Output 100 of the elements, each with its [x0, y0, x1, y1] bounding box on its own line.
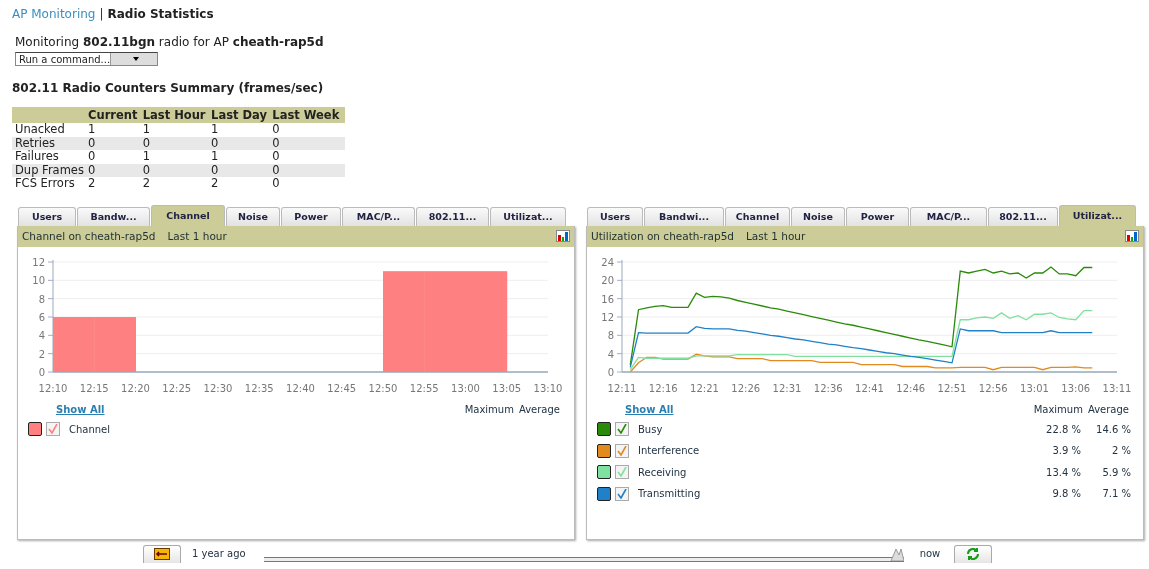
x-tick-label: 12:36: [813, 382, 843, 394]
tab[interactable]: MAC/P...: [910, 206, 987, 226]
maximum-value: 9.8 %: [1051, 488, 1081, 500]
y-tick-label: 20: [601, 274, 614, 286]
tab[interactable]: Channel: [151, 204, 225, 226]
tab[interactable]: Power: [281, 206, 341, 226]
chart-title: Channel on cheath-rap5d: [22, 230, 156, 242]
legend-label: Interference: [638, 445, 701, 457]
tab[interactable]: Users: [18, 206, 76, 226]
legend-checkbox[interactable]: [46, 422, 60, 437]
x-tick-label: 12:21: [690, 382, 719, 394]
x-tick-label: 13:10: [533, 382, 563, 394]
column-header: Average: [1087, 403, 1129, 415]
bar: [94, 316, 136, 372]
tab[interactable]: Bandwi...: [644, 206, 724, 226]
legend-label: Channel: [69, 423, 112, 435]
command-dropdown[interactable]: Run a command...: [15, 52, 158, 66]
y-tick-label: 12: [32, 256, 45, 268]
show-all-link[interactable]: Show All: [625, 403, 674, 415]
column-header: Current: [88, 107, 143, 123]
table-cell: 1: [211, 150, 273, 164]
tab[interactable]: Noise: [791, 206, 845, 226]
bar: [53, 316, 95, 372]
average-value: 2 %: [1110, 445, 1131, 457]
show-all-link[interactable]: Show All: [56, 403, 105, 415]
y-tick-label: 0: [607, 366, 614, 378]
tab[interactable]: Users: [587, 206, 643, 226]
x-tick-label: 12:45: [327, 382, 357, 394]
x-tick-label: 12:30: [203, 382, 233, 394]
x-tick-label: 13:06: [1061, 382, 1091, 394]
column-header: Last Hour: [142, 107, 212, 123]
tab[interactable]: Bandw...: [77, 206, 150, 226]
tab[interactable]: Noise: [226, 206, 280, 226]
x-tick-label: 12:25: [162, 382, 192, 394]
x-tick-label: 12:35: [244, 382, 274, 394]
x-tick-label: 12:51: [937, 382, 967, 394]
average-value: 7.1 %: [1101, 488, 1131, 500]
y-tick-label: 24: [601, 256, 614, 268]
y-tick-label: 4: [38, 329, 45, 341]
y-tick-label: 16: [601, 293, 614, 305]
x-tick-label: 12:20: [121, 382, 150, 394]
tab[interactable]: Utilizat...: [1059, 204, 1136, 226]
y-tick-label: 2: [38, 348, 45, 360]
x-tick-label: 13:00: [451, 382, 480, 394]
chart-title: Utilization on cheath-rap5d: [591, 230, 734, 242]
bar-chart-icon[interactable]: [1125, 230, 1139, 242]
x-tick-label: 12:31: [772, 382, 802, 394]
y-tick-label: 10: [32, 274, 45, 286]
tab[interactable]: Utilizat...: [490, 206, 566, 226]
slider-thumb[interactable]: [889, 546, 904, 561]
x-tick-label: 13:01: [1020, 382, 1049, 394]
tab[interactable]: 802.11...: [988, 206, 1058, 226]
legend-label: Transmitting: [638, 488, 702, 500]
column-header: Maximum: [1033, 403, 1083, 415]
average-value: 5.9 %: [1101, 466, 1131, 478]
legend-label: Receiving: [638, 466, 688, 478]
x-tick-label: 13:11: [1102, 382, 1132, 394]
x-tick-label: 12:15: [79, 382, 109, 394]
average-value: 14.6 %: [1095, 423, 1131, 435]
y-tick-label: 8: [38, 293, 45, 305]
legend-checkbox[interactable]: [615, 422, 629, 437]
column-header: Maximum: [464, 403, 514, 415]
table-cell: 0: [88, 150, 143, 164]
maximum-value: 13.4 %: [1045, 466, 1081, 478]
tab[interactable]: Power: [846, 206, 909, 226]
monitoring-text: Monitoring 802.11bgn radio for AP cheath-rap5d: [15, 35, 325, 49]
x-tick-label: 12:41: [855, 382, 884, 394]
refresh-button[interactable]: [954, 544, 993, 563]
breadcrumb-separator: |: [99, 7, 104, 21]
refresh-icon: [966, 548, 981, 560]
section-heading: 802.11 Radio Counters Summary (frames/sec): [12, 81, 325, 95]
tab[interactable]: 802.11...: [416, 206, 489, 226]
tab[interactable]: Channel: [725, 206, 790, 226]
tab[interactable]: MAC/P...: [342, 206, 415, 226]
column-header: Last Week: [272, 107, 345, 123]
legend-checkbox[interactable]: [615, 443, 629, 458]
legend-checkbox[interactable]: [615, 465, 629, 480]
x-tick-label: 12:50: [368, 382, 398, 394]
x-tick-label: 12:10: [38, 382, 68, 394]
x-tick-label: 12:55: [409, 382, 439, 394]
legend-label: Busy: [638, 423, 664, 435]
x-tick-label: 13:05: [492, 382, 522, 394]
y-tick-label: 12: [601, 311, 614, 323]
column-header: Last Day: [211, 107, 273, 123]
bar-chart-icon[interactable]: [556, 230, 570, 242]
period-label: Last 1 hour: [746, 230, 806, 242]
table-cell: 0: [272, 150, 345, 164]
period-label: Last 1 hour: [167, 230, 227, 242]
maximum-value: 22.8 %: [1045, 423, 1081, 435]
caret-icon: [132, 57, 139, 61]
row-label: Failures: [12, 150, 88, 164]
column-header: Average: [518, 403, 560, 415]
legend-checkbox[interactable]: [615, 486, 629, 501]
timeline-start-label: 1 year ago: [192, 548, 246, 559]
x-tick-label: 12:56: [978, 382, 1008, 394]
y-tick-label: 6: [38, 311, 45, 323]
page-title: Radio Statistics: [107, 7, 214, 21]
breadcrumb-link[interactable]: AP Monitoring: [12, 7, 96, 21]
x-tick-label: 12:26: [731, 382, 761, 394]
y-tick-label: 4: [607, 348, 614, 360]
